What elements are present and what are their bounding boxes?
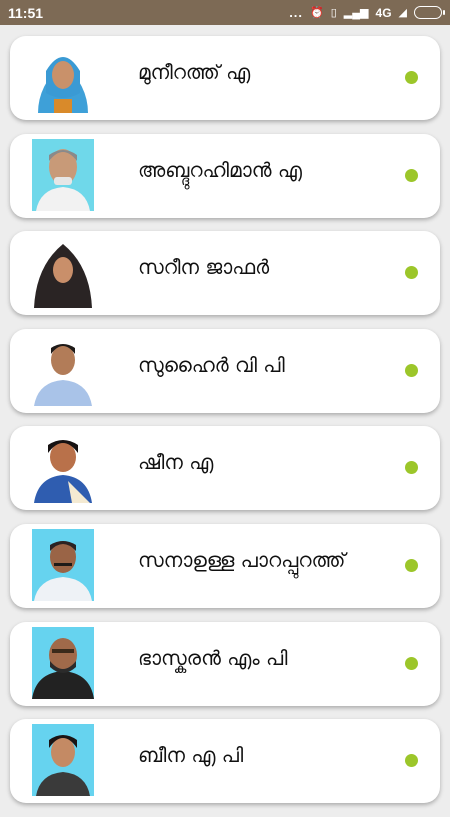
- member-name: ബീന എ പി: [138, 743, 244, 768]
- member-name: അബ്ദുറഹിമാൻ എ: [138, 157, 302, 182]
- list-item[interactable]: ഭാസ്കരൻ എം പി: [10, 621, 440, 706]
- vibrate-icon: ▯: [330, 7, 337, 19]
- online-status-dot: [405, 266, 418, 280]
- no-signal-icon: ◢: [398, 7, 407, 19]
- member-name: ഷീന എ: [138, 450, 214, 475]
- avatar: [32, 724, 94, 797]
- online-status-dot: [405, 168, 418, 182]
- member-list: മുനീറത്ത് എ അബ്ദുറഹിമാൻ എ സറീന ജാഫർ സുഹൈ…: [10, 36, 440, 817]
- list-item[interactable]: മുനീറത്ത് എ: [10, 36, 440, 120]
- list-item[interactable]: സുഹൈർ വി പി: [10, 328, 440, 413]
- avatar: [32, 626, 94, 699]
- member-name: സറീന ജാഫർ: [138, 255, 270, 280]
- list-item[interactable]: അബ്ദുറഹിമാൻ എ: [10, 133, 440, 218]
- online-status-dot: [405, 461, 418, 475]
- avatar: [32, 528, 94, 601]
- avatar: [32, 138, 94, 211]
- avatar: [32, 41, 94, 113]
- battery-icon: [414, 6, 445, 19]
- network-type: 4G: [375, 5, 392, 20]
- list-item[interactable]: ബീന എ പി: [10, 719, 440, 804]
- list-item[interactable]: ഷീന എ: [10, 426, 440, 511]
- status-bar: 11:51 ... ⏰ ▯ ▂▄▆ 4G ◢: [0, 0, 450, 25]
- list-item[interactable]: സറീന ജാഫർ: [10, 231, 440, 316]
- member-name: മുനീറത്ത് എ: [138, 60, 251, 84]
- status-time: 11:51: [8, 4, 44, 21]
- member-name: സുഹൈർ വി പി: [138, 352, 285, 377]
- online-status-dot: [405, 558, 418, 572]
- list-item[interactable]: സനാഉള്ള പാറപ്പുറത്ത്: [10, 523, 440, 608]
- signal-icon: ▂▄▆: [343, 7, 369, 19]
- avatar: [32, 431, 94, 504]
- more-notifications-icon: ...: [289, 5, 304, 20]
- online-status-dot: [405, 754, 418, 768]
- online-status-dot: [405, 363, 418, 377]
- avatar: [32, 236, 94, 309]
- alarm-icon: ⏰: [310, 7, 324, 19]
- member-name: ഭാസ്കരൻ എം പി: [138, 645, 288, 670]
- avatar: [32, 333, 94, 406]
- member-name: സനാഉള്ള പാറപ്പുറത്ത്: [138, 547, 346, 572]
- online-status-dot: [405, 656, 418, 670]
- status-icons: ... ⏰ ▯ ▂▄▆ 4G ◢: [289, 5, 445, 20]
- online-status-dot: [405, 71, 418, 84]
